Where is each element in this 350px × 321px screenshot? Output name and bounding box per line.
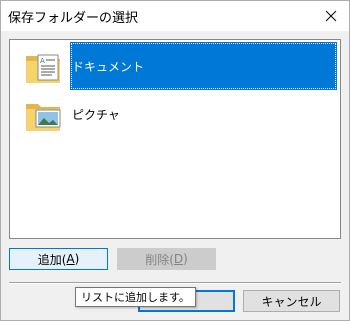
save-folder-dialog: 保存フォルダーの選択 A ドキュメント ピクチャ 追加(A) 削除(D)… (0, 0, 350, 321)
delete-button[interactable]: 削除(D) (117, 248, 216, 270)
delete-button-accesskey: D (173, 252, 184, 266)
delete-button-label: 削除( (145, 252, 174, 267)
dialog-title: 保存フォルダーの選択 (8, 11, 139, 26)
separator (9, 282, 341, 284)
documents-folder-icon: A (26, 54, 60, 83)
close-button[interactable] (313, 1, 349, 31)
svg-text:A: A (40, 57, 45, 65)
tooltip-text: リストに追加します。 (81, 291, 190, 304)
cancel-button-label: キャンセル (261, 294, 322, 309)
tooltip: リストに追加します。 (75, 287, 196, 307)
list-item-label: ピクチャ (72, 107, 120, 122)
pictures-folder-icon (26, 104, 61, 131)
folder-list[interactable]: A ドキュメント ピクチャ (9, 39, 341, 239)
delete-button-label-close: ) (183, 252, 188, 266)
close-icon (325, 10, 337, 22)
list-item-label: ドキュメント (70, 42, 337, 90)
add-button-label-close: ) (74, 252, 80, 266)
list-item-pictures[interactable]: ピクチャ (10, 90, 340, 138)
add-button-label: 追加( (37, 252, 67, 267)
cancel-button[interactable]: キャンセル (243, 290, 340, 312)
title-bar: 保存フォルダーの選択 (1, 1, 349, 31)
add-button-accesskey: A (66, 252, 75, 266)
list-item-documents[interactable]: A ドキュメント (10, 42, 340, 90)
add-button[interactable]: 追加(A) (9, 248, 108, 270)
